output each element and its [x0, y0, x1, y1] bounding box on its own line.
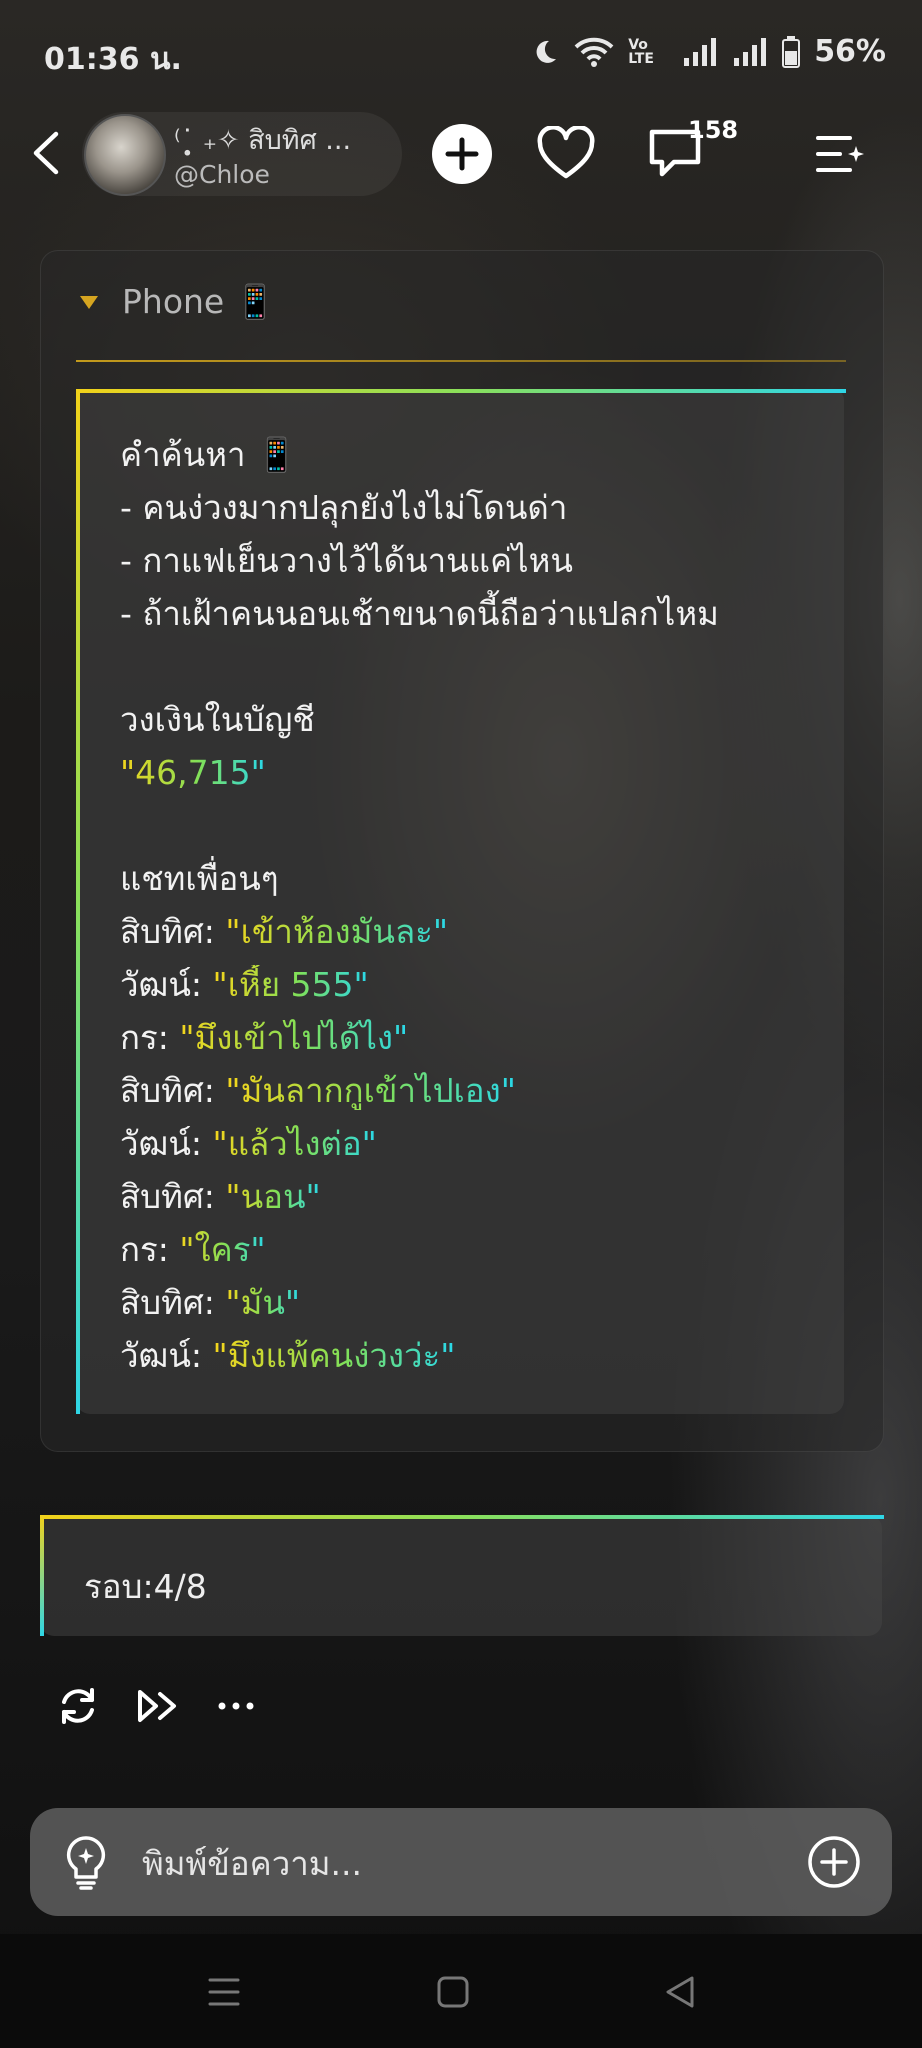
- balance-label: วงเงินในบัญชี: [120, 700, 315, 739]
- search-query-line: - คนง่วงมากปลุกยังไงไม่โดนด่า: [120, 488, 568, 527]
- search-title-line: คำค้นหา 📱: [120, 435, 298, 474]
- balance-value: "46,715": [120, 753, 266, 792]
- refresh-icon[interactable]: [56, 1684, 100, 1728]
- chat-message: วัฒน์: "เหี้ย 555": [120, 965, 369, 1004]
- message-input[interactable]: [140, 1834, 784, 1892]
- divider: [76, 360, 846, 362]
- chat-message: วัฒน์: "มึงแพ้คนง่วงว่ะ": [120, 1336, 456, 1375]
- status-time: 01:36 น.: [44, 42, 182, 77]
- status-icons: Vo LTE 56%: [530, 34, 886, 69]
- chat-message: กร: "ใคร": [120, 1230, 266, 1269]
- search-query-line: - ถ้าเฝ้าคนนอนเช้าขนาดนี้ถือว่าแปลกไหม: [120, 594, 719, 633]
- wifi-icon: [574, 37, 614, 67]
- chat-message: สิบทิศ: "นอน": [120, 1177, 321, 1216]
- gradient-border-top: [76, 389, 846, 393]
- status-bar: 01:36 น. Vo LTE 56%: [0, 0, 922, 100]
- chat-message: วัฒน์: "แล้วไงต่อ": [120, 1124, 377, 1163]
- phone-section-toggle[interactable]: Phone 📱: [80, 282, 276, 322]
- chat-title: แชทเพื่อนๆ: [120, 859, 279, 898]
- heart-icon[interactable]: [536, 126, 596, 182]
- recent-apps-icon[interactable]: [204, 1972, 244, 2012]
- battery-percent: 56%: [814, 34, 886, 69]
- comment-count: 158: [688, 116, 739, 144]
- more-icon[interactable]: [214, 1684, 258, 1728]
- avatar[interactable]: [84, 114, 166, 196]
- round-counter: รอบ:4/8: [84, 1567, 207, 1606]
- network-type: Vo LTE: [628, 36, 654, 67]
- plus-circle-icon[interactable]: [806, 1834, 862, 1890]
- chat-message: กร: "มึงเข้าไปได้ไง": [120, 1018, 409, 1057]
- gradient-border-top: [40, 1515, 884, 1519]
- phone-content: คำค้นหา 📱 - คนง่วงมากปลุกยังไงไม่โดนด่า …: [120, 428, 820, 1382]
- back-triangle-icon[interactable]: [660, 1972, 700, 2012]
- phone-section-title: Phone 📱: [122, 282, 276, 321]
- add-button[interactable]: [432, 124, 492, 184]
- gradient-border-left: [76, 389, 80, 1414]
- caret-down-icon: [80, 295, 98, 309]
- home-icon[interactable]: [433, 1972, 473, 2012]
- menu-sparkle-icon[interactable]: [816, 132, 864, 176]
- character-name[interactable]: ⁽˙̣̥̇ ₊✧ สิบทิศ ...: [174, 118, 351, 161]
- gradient-border-left: [40, 1515, 44, 1636]
- chat-message: สิบทิศ: "เข้าห้องมันละ": [120, 912, 449, 951]
- search-query-line: - กาแฟเย็นวางไว้ได้นานแค่ไหน: [120, 541, 573, 580]
- battery-icon: [782, 35, 801, 68]
- chat-message: สิบทิศ: "มันลากกูเข้าไปเอง": [120, 1071, 516, 1110]
- plus-icon: [445, 137, 479, 171]
- chevron-left-icon[interactable]: [22, 128, 72, 178]
- character-handle[interactable]: @Chloe: [174, 160, 270, 189]
- fast-forward-icon[interactable]: [136, 1684, 180, 1728]
- moon-icon: [536, 40, 557, 63]
- signal-icon-1: [684, 37, 717, 66]
- lightbulb-icon[interactable]: [62, 1834, 110, 1892]
- signal-icon-2: [734, 37, 767, 66]
- chat-message: สิบทิศ: "มัน": [120, 1283, 301, 1322]
